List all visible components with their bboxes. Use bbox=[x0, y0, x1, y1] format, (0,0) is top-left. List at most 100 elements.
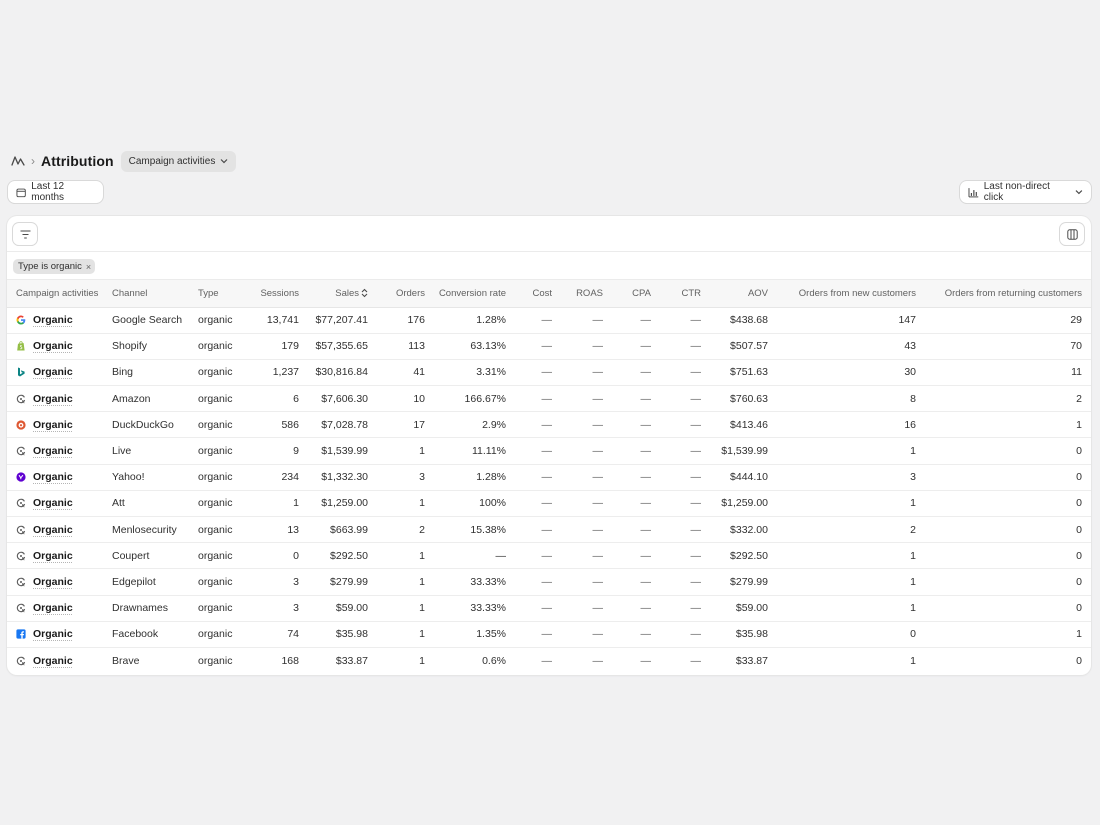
view-selector[interactable]: Campaign activities bbox=[120, 150, 237, 172]
cell-campaign: Organic bbox=[7, 333, 108, 360]
campaign-cell-content: Organic bbox=[16, 655, 104, 667]
cell-sessions: 168 bbox=[281, 654, 299, 667]
column-header-sales[interactable]: Sales bbox=[303, 280, 372, 308]
table-row: Organic Edgepilot organic 3 $279.99 1 33.33% — —… bbox=[7, 568, 1091, 596]
column-header[interactable]: Sessions bbox=[250, 280, 303, 308]
campaign-cell-content: Organic bbox=[16, 497, 104, 509]
generic-channel-icon bbox=[16, 656, 26, 666]
column-header[interactable]: Campaign activities bbox=[7, 280, 108, 308]
cell-cost: — bbox=[510, 307, 556, 334]
cell-channel: Facebook bbox=[108, 621, 194, 648]
cell-orders-returning-customers: 0 bbox=[920, 595, 1091, 622]
attribution-model-button[interactable]: Last non-direct click bbox=[960, 181, 1091, 203]
cell-type: organic bbox=[194, 568, 250, 596]
cell-cost: — bbox=[510, 595, 556, 622]
cell-ctr: — bbox=[655, 359, 705, 387]
cell-cost: — bbox=[510, 621, 556, 648]
cell-cost: — bbox=[510, 568, 556, 596]
cell-cpa: — bbox=[607, 411, 655, 439]
column-header[interactable]: Type bbox=[194, 280, 250, 308]
cell-orders: 10 bbox=[372, 385, 429, 413]
cell-channel: Menlosecurity bbox=[108, 516, 194, 544]
cell-ctr: — bbox=[655, 385, 705, 413]
cell-channel: Drawnames bbox=[108, 595, 194, 622]
cell-orders: 2 bbox=[372, 516, 429, 544]
cell-orders-new-customers: 1 bbox=[772, 568, 920, 596]
column-header[interactable]: Orders from returning customers bbox=[920, 280, 1091, 308]
filter-button[interactable] bbox=[13, 223, 37, 245]
cell-sessions: 13,741 bbox=[250, 307, 303, 334]
campaign-link[interactable]: Organic bbox=[33, 550, 73, 562]
cell-cost: — bbox=[510, 333, 556, 360]
column-header[interactable]: AOV bbox=[705, 280, 772, 308]
campaign-link[interactable]: Organic bbox=[33, 471, 73, 483]
cell-type: organic bbox=[194, 411, 250, 439]
analytics-icon[interactable] bbox=[11, 154, 25, 168]
campaign-link[interactable]: Organic bbox=[33, 340, 73, 352]
campaign-link[interactable]: Organic bbox=[33, 576, 73, 588]
campaign-link[interactable]: Organic bbox=[33, 497, 73, 509]
cell-conversion-rate: 166.67% bbox=[429, 385, 510, 413]
campaign-link[interactable]: Organic bbox=[33, 314, 73, 326]
cell-roas: — bbox=[556, 411, 607, 439]
filter-chip[interactable]: Type is organic × bbox=[13, 259, 96, 274]
campaign-link[interactable]: Organic bbox=[33, 445, 73, 457]
campaign-cell-content: Organic bbox=[16, 602, 104, 614]
columns-button[interactable] bbox=[1060, 223, 1084, 245]
campaign-link[interactable]: Organic bbox=[33, 628, 73, 640]
table-row: Organic Att organic 1 $1,259.00 1 100% — — — — $1,2… bbox=[7, 490, 1091, 518]
cell-campaign: Organic bbox=[7, 490, 108, 518]
cell-orders-new-customers: 1 bbox=[772, 595, 920, 622]
cell-cost: — bbox=[510, 359, 556, 387]
cell-cpa: — bbox=[640, 654, 652, 667]
campaign-cell-content: Organic bbox=[16, 340, 104, 352]
cell-sales: $57,355.65 bbox=[303, 333, 372, 360]
campaign-link[interactable]: Organic bbox=[33, 393, 73, 405]
campaign-link[interactable]: Organic bbox=[33, 655, 73, 667]
campaign-link[interactable]: Organic bbox=[33, 366, 73, 378]
column-header[interactable]: Cost bbox=[510, 280, 556, 308]
column-header[interactable]: Orders from new customers bbox=[772, 280, 920, 308]
cell-sales: $292.50 bbox=[303, 542, 372, 570]
cell-cost: — bbox=[510, 464, 556, 491]
cell-cpa: — bbox=[607, 359, 655, 387]
report-card: Type is organic × Campaign activities Ch… bbox=[7, 216, 1091, 675]
cell-conversion-rate: 11.11% bbox=[429, 437, 510, 465]
column-header[interactable]: Orders bbox=[372, 280, 429, 308]
column-header[interactable]: CTR bbox=[655, 280, 705, 308]
cell-ctr: — bbox=[655, 464, 705, 491]
cell-aov: $413.46 bbox=[705, 411, 772, 439]
campaign-link[interactable]: Organic bbox=[33, 419, 73, 431]
campaign-cell-content: Organic bbox=[16, 628, 104, 640]
cell-conversion-rate: 2.9% bbox=[429, 411, 510, 439]
cell-orders-new-customers: 2 bbox=[772, 516, 920, 544]
column-header[interactable]: Conversion rate bbox=[429, 280, 510, 308]
column-header[interactable]: CPA bbox=[607, 280, 655, 308]
table-row: Organic Bing organic 1,237 $30,816.84 41 3.31%… bbox=[7, 359, 1091, 387]
breadcrumb-separator-icon: › bbox=[31, 154, 35, 168]
campaign-cell-content: Organic bbox=[16, 576, 104, 588]
campaign-link[interactable]: Organic bbox=[33, 602, 73, 614]
column-header[interactable]: ROAS bbox=[556, 280, 607, 308]
cell-orders-new-customers: 1 bbox=[910, 654, 916, 667]
cell-orders-returning-customers: 1 bbox=[920, 621, 1091, 648]
cell-orders-new-customers: 1 bbox=[772, 490, 920, 518]
attribution-page: › Attribution Campaign activities Last 1… bbox=[0, 0, 1100, 825]
close-icon[interactable]: × bbox=[86, 262, 91, 272]
bar-chart-icon bbox=[968, 187, 979, 197]
cell-type: organic bbox=[194, 333, 250, 360]
cell-cpa: — bbox=[607, 464, 655, 491]
filter-chip-row: Type is organic × bbox=[7, 252, 1091, 280]
table-row: Organic Google Search organic 13,741 $77,207… bbox=[7, 307, 1091, 334]
cell-orders: 1 bbox=[419, 654, 425, 667]
column-header[interactable]: Channel bbox=[108, 280, 194, 308]
cell-ctr: — bbox=[655, 542, 705, 570]
cell-sales: $59.00 bbox=[303, 595, 372, 622]
cell-orders: 41 bbox=[372, 359, 429, 387]
table-row: Organic Drawnames organic 3 $59.00 1 33.33% — — —… bbox=[7, 595, 1091, 622]
cell-cost: — bbox=[510, 542, 556, 570]
cell-orders-returning-customers: 11 bbox=[920, 359, 1091, 387]
campaign-link[interactable]: Organic bbox=[33, 524, 73, 536]
cell-cpa: — bbox=[607, 621, 655, 648]
date-range-button[interactable]: Last 12 months bbox=[8, 181, 103, 203]
